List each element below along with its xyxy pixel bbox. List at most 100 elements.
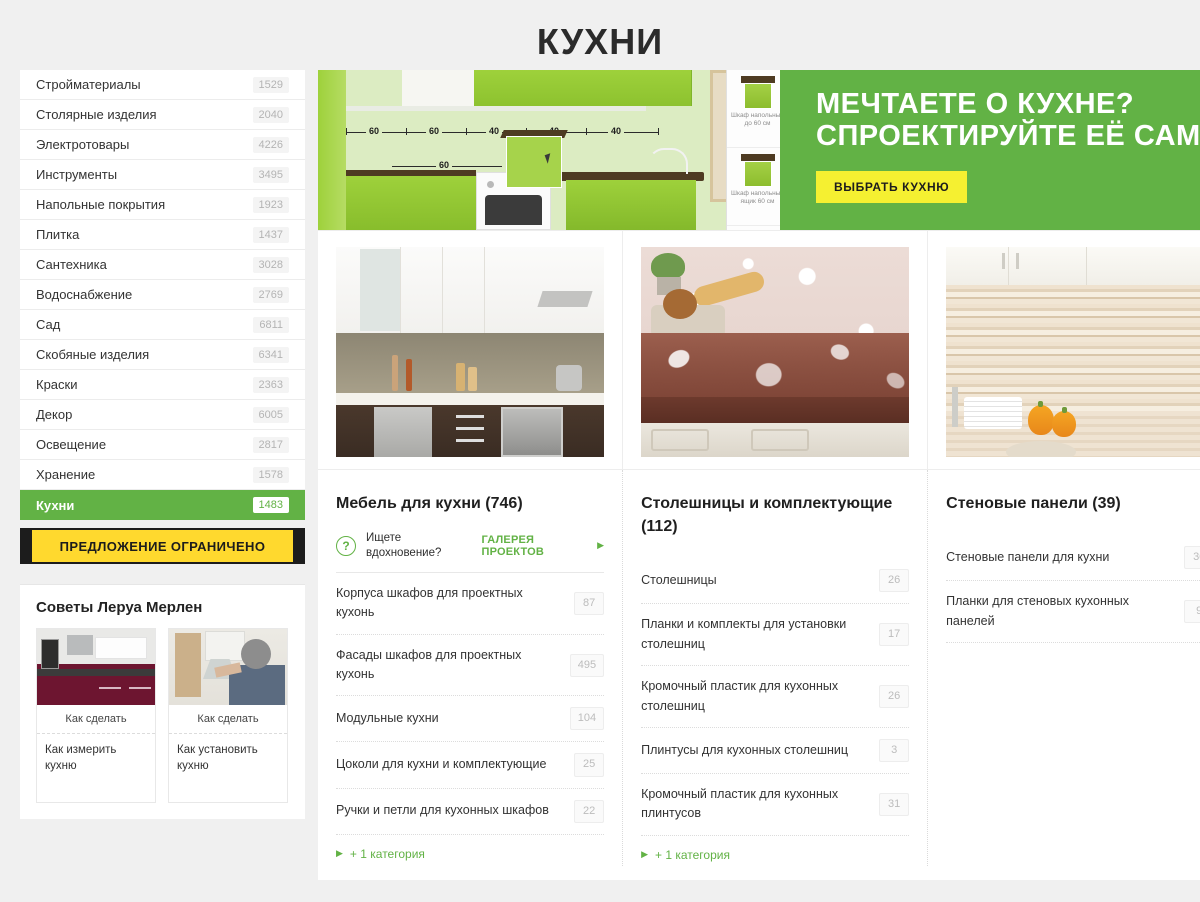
planner-dragged-cabinet[interactable] — [506, 136, 562, 188]
subcategory-label: Столешницы — [641, 573, 717, 588]
list-item[interactable]: Плинтусы для кухонных столешниц 3 — [641, 728, 910, 774]
list-item[interactable]: Корпуса шкафов для проектных кухонь 87 — [336, 573, 605, 635]
cabinet-shape — [205, 631, 245, 661]
planner-item[interactable]: Шкаф напольный ящик 60 см — [727, 148, 788, 226]
sidebar-item-count: 6005 — [252, 406, 289, 423]
subcategory-count: 30 — [1184, 546, 1200, 570]
tip-card-caption: Как сделать — [169, 705, 287, 734]
sidebar-item-stolyarnye-izdeliya[interactable]: Столярные изделия 2040 — [20, 100, 305, 130]
kitchen-planner-illustration: 60 60 40 40 40 60 — [318, 70, 788, 230]
sidebar-item-elektrotovary[interactable]: Электротовары 4226 — [20, 130, 305, 160]
tips-grid: Как сделать Как измерить кухню Как сдела… — [36, 628, 289, 804]
triangle-right-icon: ▶ — [641, 849, 648, 860]
promo-banner[interactable]: ПРЕДЛОЖЕНИЕ ОГРАНИЧЕНО — [20, 528, 305, 564]
planner-knob — [487, 181, 494, 188]
promo-hero-banner[interactable]: 60 60 40 40 40 60 — [318, 70, 1200, 230]
sidebar-item-label: Сад — [36, 317, 61, 332]
subcategory-count: 26 — [879, 569, 910, 593]
bottle — [392, 355, 398, 391]
planner-green-edge — [780, 70, 788, 230]
subcategory-count: 495 — [569, 653, 605, 677]
chevron-right-icon: ▶ — [597, 540, 605, 551]
pepper-stem — [1038, 401, 1044, 407]
gallery-cell-wall-panels[interactable] — [928, 231, 1200, 469]
list-item[interactable]: Кромочный пластик для кухонных столешниц… — [641, 666, 910, 728]
sidebar-item-count: 2769 — [252, 286, 289, 303]
cabinet-body-shape — [743, 161, 772, 187]
subcategory-label: Планки для стеновых кухонных панелей — [946, 594, 1129, 628]
pot — [556, 365, 583, 391]
planner-tick — [346, 128, 347, 135]
tip-thumb-image — [169, 629, 287, 705]
planner-item[interactable]: Шкаф напольный до 60 см — [727, 70, 788, 148]
planner-shelf — [346, 106, 646, 111]
sidebar-item-dekor[interactable]: Декор 6005 — [20, 400, 305, 430]
sidebar-item-skobyanye-izdeliya[interactable]: Скобяные изделия 6341 — [20, 340, 305, 370]
triangle-right-icon: ▶ — [336, 848, 343, 859]
planner-oven-door — [485, 195, 542, 225]
sidebar-item-sad[interactable]: Сад 6811 — [20, 310, 305, 340]
tips-title: Советы Леруа Мерлен — [36, 599, 203, 616]
category-list: Стройматериалы 1529 Столярные изделия 20… — [20, 70, 305, 520]
sidebar-item-hranenie[interactable]: Хранение 1578 — [20, 460, 305, 490]
planner-tick — [658, 128, 659, 135]
jar — [456, 363, 465, 391]
sidebar-item-osveshchenie[interactable]: Освещение 2817 — [20, 430, 305, 460]
kitchen-furniture-photo — [336, 247, 605, 457]
choose-kitchen-button[interactable]: ВЫБРАТЬ КУХНЮ — [816, 170, 968, 203]
planner-tick — [586, 128, 587, 135]
project-gallery-link[interactable]: ГАЛЕРЕЯ ПРОЕКТОВ — [481, 534, 587, 558]
handle-shape — [129, 687, 151, 689]
list-item[interactable]: Цоколи для кухни и комплектующие 25 — [336, 742, 605, 789]
list-item[interactable]: Кромочный пластик для кухонных плинтусов… — [641, 774, 910, 836]
built-in-oven — [501, 407, 563, 457]
wall-panel-photo — [946, 247, 1200, 457]
tip-card-install[interactable]: Как сделать Как установить кухню — [168, 628, 288, 804]
list-item[interactable]: Стеновые панели для кухни 30 — [946, 535, 1200, 582]
show-more-categories[interactable]: ▶ + 1 категория — [336, 835, 604, 865]
cabinet-divider — [1008, 247, 1010, 285]
subcategory-count: 9 — [1184, 600, 1200, 624]
show-more-categories[interactable]: ▶ + 1 категория — [641, 836, 909, 866]
sidebar-item-instrumenty[interactable]: Инструменты 3495 — [20, 160, 305, 190]
list-item[interactable]: Модульные кухни 104 — [336, 696, 605, 743]
subcategory-label: Планки и комплекты для установки столешн… — [641, 617, 847, 651]
sidebar-item-label: Декор — [36, 407, 73, 422]
person-head-shape — [241, 639, 271, 669]
gallery-cell-furniture[interactable] — [318, 231, 624, 469]
planner-dim-label: 40 — [608, 126, 625, 136]
sidebar-item-kuhni[interactable]: Кухни 1483 — [20, 490, 305, 520]
inspiration-row[interactable]: ? Ищете вдохновение? ГАЛЕРЕЯ ПРОЕКТОВ ▶ — [336, 531, 605, 573]
planner-dim-label: 60 — [426, 126, 443, 136]
list-item[interactable]: Столешницы 26 — [641, 558, 910, 605]
sidebar-item-label: Сантехника — [36, 257, 107, 272]
cabinet-panel — [751, 429, 810, 451]
cabinet-top-shape — [740, 76, 775, 83]
dishwasher — [374, 407, 432, 457]
list-item[interactable]: Ручки и петли для кухонных шкафов 22 — [336, 789, 605, 835]
sidebar-item-stroymaterialy[interactable]: Стройматериалы 1529 — [20, 70, 305, 100]
counter-shape — [37, 669, 155, 676]
tip-card-measure[interactable]: Как сделать Как измерить кухню — [36, 628, 156, 804]
sidebar: Стройматериалы 1529 Столярные изделия 20… — [20, 70, 305, 820]
planner-left-cabinet — [318, 70, 346, 230]
list-item[interactable]: Фасады шкафов для проектных кухонь 495 — [336, 635, 605, 697]
list-item[interactable]: Планки для стеновых кухонных панелей 9 — [946, 581, 1200, 643]
gallery-cell-countertops[interactable] — [623, 231, 929, 469]
category-image-gallery — [318, 230, 1200, 469]
sidebar-item-kraski[interactable]: Краски 2363 — [20, 370, 305, 400]
planner-dim-label: 60 — [436, 160, 453, 170]
sidebar-item-vodosnabzhenie[interactable]: Водоснабжение 2769 — [20, 280, 305, 310]
column-title: Столешницы и комплектующие (112) — [641, 495, 893, 536]
list-item[interactable]: Планки и комплекты для установки столешн… — [641, 604, 910, 667]
sidebar-item-count: 6341 — [252, 346, 289, 363]
planner-item-label: Шкаф напольный до 60 см — [731, 112, 784, 128]
cabinet-divider — [484, 247, 485, 333]
tip-card-caption: Как сделать — [37, 705, 155, 734]
subcategory-label: Модульные кухни — [336, 711, 439, 726]
sidebar-item-santehnika[interactable]: Сантехника 3028 — [20, 250, 305, 280]
faucet — [952, 387, 959, 427]
sidebar-item-plitka[interactable]: Плитка 1437 — [20, 220, 305, 250]
sidebar-item-napolnye-pokrytiya[interactable]: Напольные покрытия 1923 — [20, 190, 305, 220]
planner-item-panel: Шкаф напольный до 60 см Шкаф напольный я… — [726, 70, 788, 230]
